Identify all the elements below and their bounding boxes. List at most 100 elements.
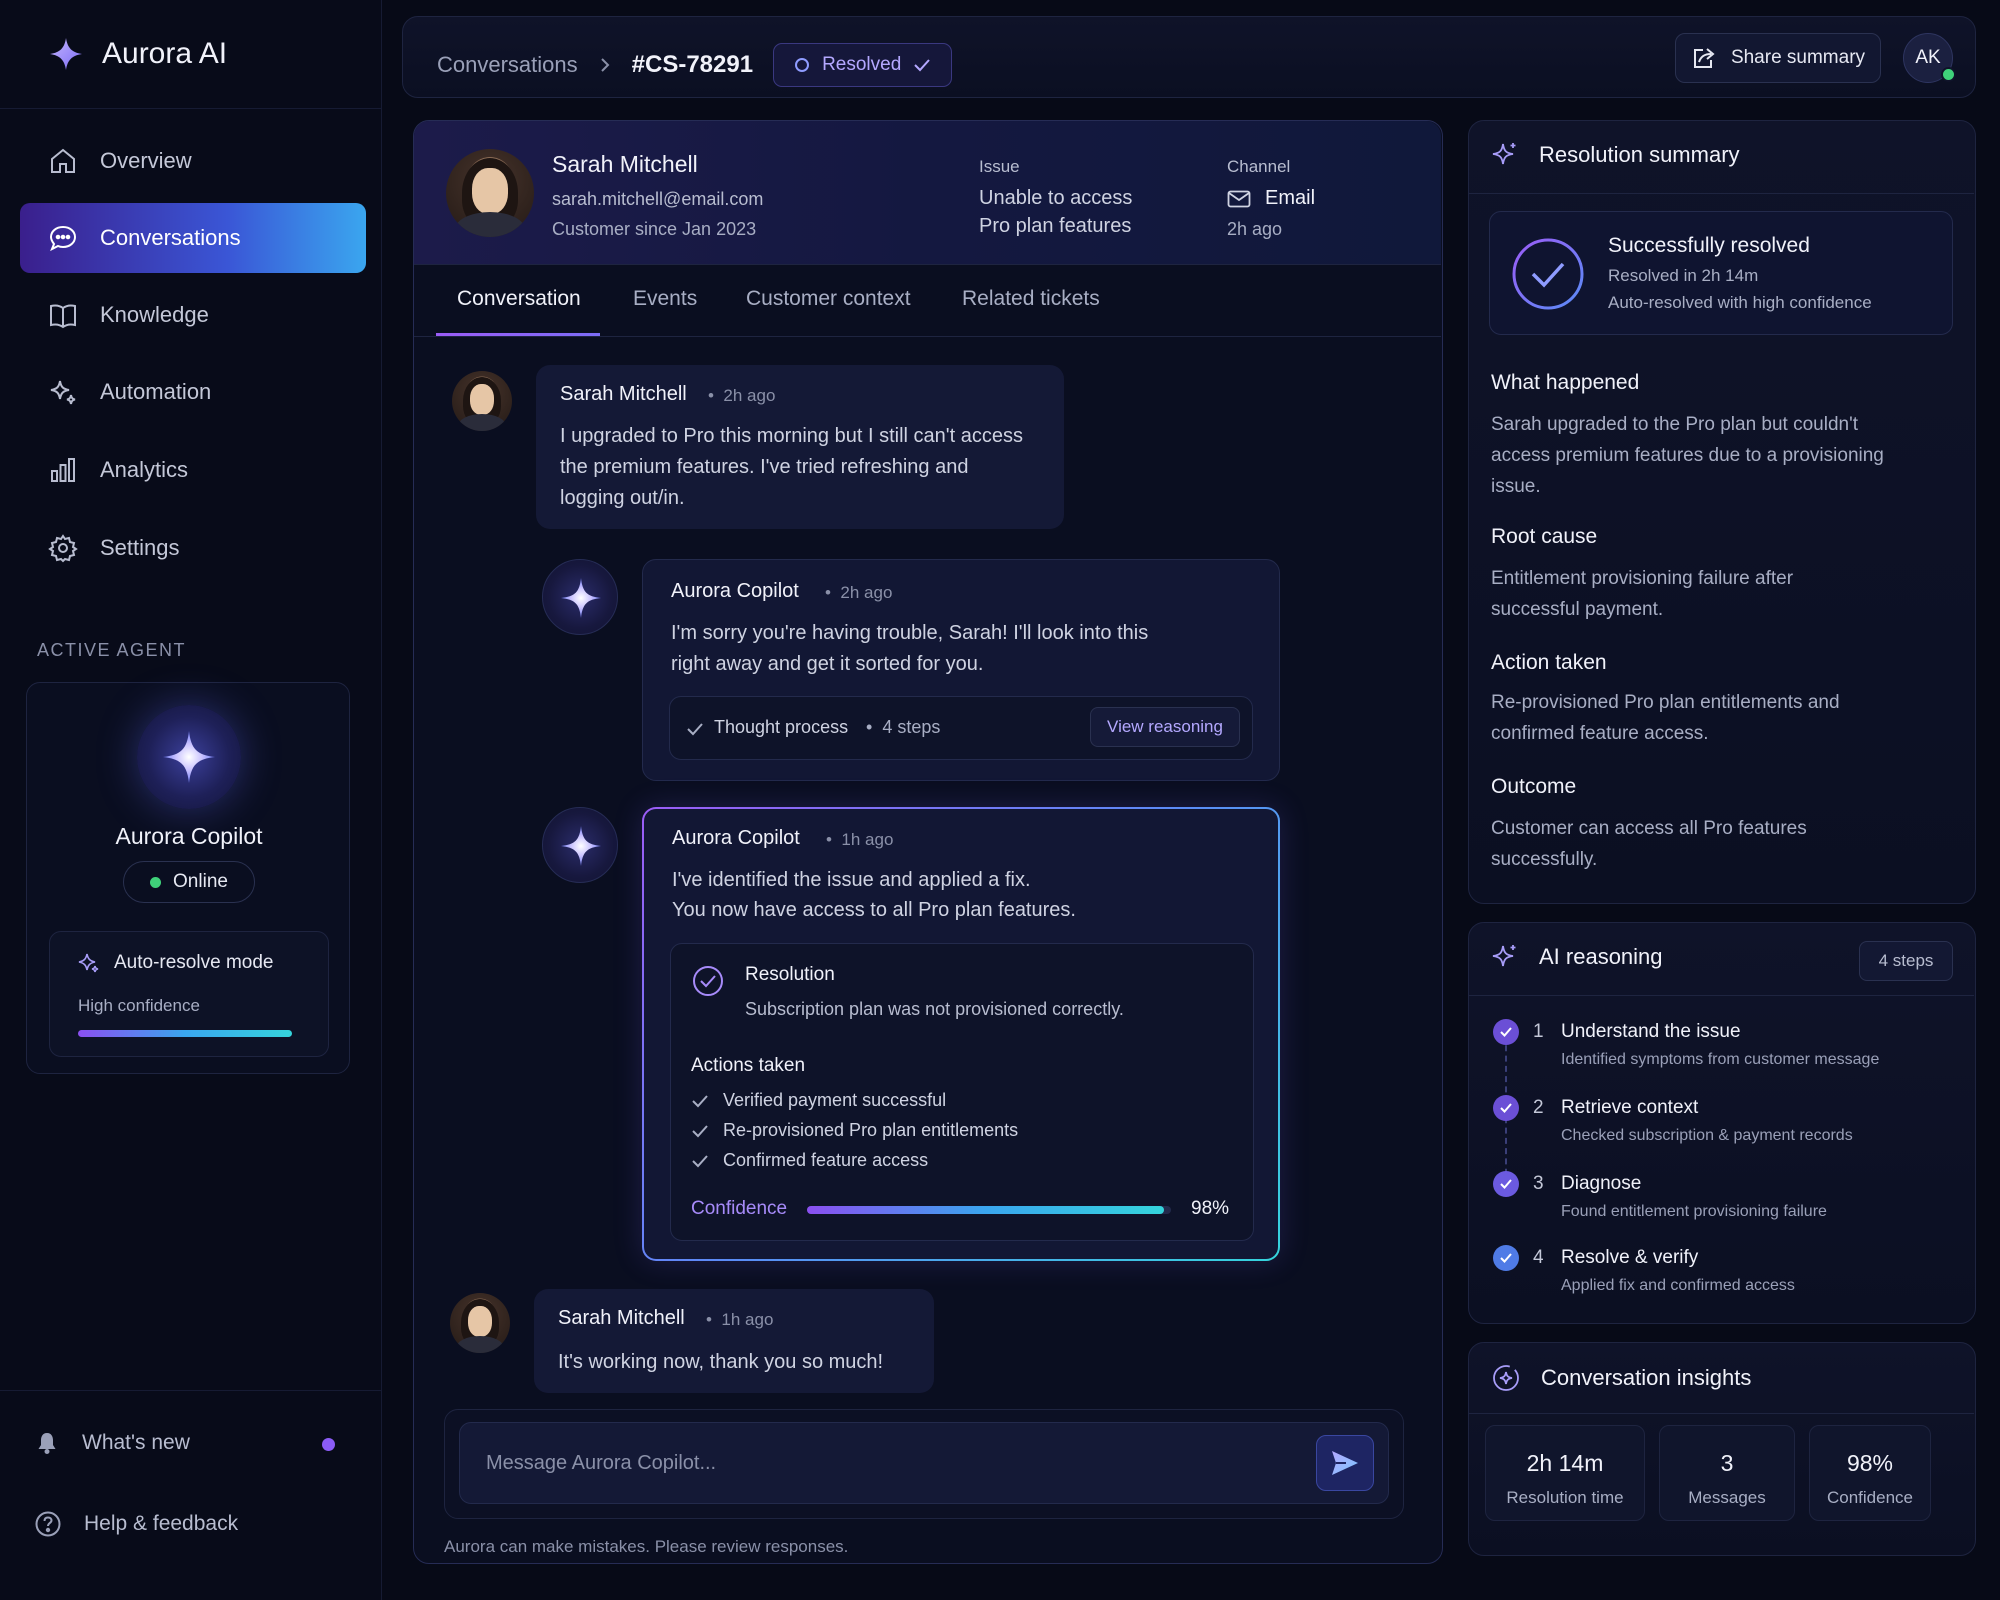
message-author: Sarah Mitchell (558, 1307, 685, 1329)
step-subtitle: Identified symptoms from customer messag… (1561, 1051, 1880, 1068)
send-button[interactable] (1316, 1435, 1374, 1491)
bell-icon (38, 1433, 56, 1454)
chat-icon (49, 225, 77, 252)
message-time: • 2h ago (708, 386, 776, 405)
message-text: I upgraded to Pro this morning but I sti… (560, 425, 1023, 509)
confidence-fill (807, 1206, 1164, 1214)
customer-avatar (446, 149, 534, 237)
online-dot (150, 876, 162, 888)
customer-header: Sarah Mitchell sarah.mitchell@email.com … (414, 121, 1441, 265)
check-icon (914, 59, 931, 72)
sidebar-item-label: Settings (100, 535, 180, 560)
stat-label: Resolution time (1506, 1488, 1624, 1507)
sparkle-icon (1492, 945, 1516, 967)
customer-email[interactable]: sarah.mitchell@email.com (552, 189, 763, 210)
sidebar-item-knowledge[interactable]: Knowledge (20, 280, 366, 350)
auto-resolve-card[interactable]: Auto-resolve mode High confidence (49, 931, 329, 1057)
customer-message: Sarah Mitchell • 2h ago I upgraded to Pr… (536, 365, 1064, 529)
message-input-box (459, 1422, 1389, 1504)
sidebar-item-settings[interactable]: Settings (20, 513, 366, 583)
message-time: • 1h ago (706, 1310, 774, 1329)
sidebar: Aurora AI Overview Conversations Knowled… (0, 0, 382, 1600)
stat-resolution-time: 2h 14m Resolution time (1485, 1425, 1645, 1521)
help-feedback-link[interactable]: Help & feedback (34, 1510, 238, 1538)
customer-message: Sarah Mitchell • 1h ago It's working now… (534, 1289, 934, 1393)
what-happened-text: Sarah upgraded to the Pro plan but could… (1491, 414, 1884, 497)
stat-messages: 3 Messages (1659, 1425, 1795, 1521)
resolved-status-card: Successfully resolved Resolved in 2h 14m… (1489, 211, 1953, 335)
message-author: Aurora Copilot (672, 827, 800, 849)
message-text: It's working now, thank you so much! (558, 1351, 884, 1373)
share-icon (1693, 48, 1715, 68)
stat-label: Confidence (1826, 1488, 1913, 1507)
message-author: Aurora Copilot (671, 580, 799, 602)
confidence-bar (78, 1030, 292, 1037)
divider (1469, 1413, 1974, 1414)
insights-title: Conversation insights (1491, 1363, 1751, 1393)
root-cause-text: Entitlement provisioning failure after su… (1491, 568, 1794, 620)
online-indicator (1941, 67, 1956, 82)
channel-label: Channel (1227, 157, 1291, 176)
issue-line-1: Unable to access (979, 187, 1133, 209)
message-input[interactable] (486, 1445, 1306, 1481)
action-item: Confirmed feature access (691, 1150, 928, 1171)
sparkle-icon (163, 731, 215, 783)
sidebar-item-overview[interactable]: Overview (20, 126, 366, 196)
sparkle-logo-icon (50, 38, 82, 70)
stat-value: 98% (1846, 1450, 1894, 1476)
breadcrumb-root[interactable]: Conversations (437, 52, 578, 78)
action-item: Re-provisioned Pro plan entitlements (691, 1120, 1018, 1141)
agent-avatar (137, 705, 241, 809)
resolved-note: Auto-resolved with high confidence (1608, 293, 1872, 312)
tab-events[interactable]: Events (633, 287, 697, 311)
status-text: Resolved (822, 54, 902, 75)
check-icon (692, 1154, 708, 1167)
whats-new-label: What's new (82, 1431, 190, 1454)
confidence-value: 98% (1191, 1198, 1230, 1219)
share-summary-label: Share summary (1730, 47, 1866, 68)
customer-avatar (452, 371, 512, 431)
tab-conversation[interactable]: Conversation (457, 287, 581, 311)
message-text: I'm sorry you're having trouble, Sarah! … (671, 622, 1149, 675)
book-icon (50, 304, 76, 329)
action-taken-title: Action taken (1491, 651, 1607, 674)
brand[interactable]: Aurora AI (48, 36, 227, 72)
copilot-avatar (542, 559, 618, 635)
share-summary-button[interactable]: Share summary (1675, 33, 1881, 83)
resolution-card: Resolution Subscription plan was not pro… (670, 943, 1254, 1241)
tab-related-tickets[interactable]: Related tickets (962, 287, 1100, 311)
status-badge[interactable]: Resolved (773, 43, 953, 87)
reasoning-title: AI reasoning (1491, 943, 1663, 971)
customer-name: Sarah Mitchell (552, 151, 698, 177)
agent-card[interactable]: Aurora Copilot Online Auto-resolve mode … (26, 682, 350, 1074)
check-circle-icon (1512, 238, 1584, 310)
step-subtitle: Applied fix and confirmed access (1561, 1277, 1795, 1294)
message-time: • 2h ago (825, 583, 893, 602)
thought-process-card[interactable]: Thought process • 4 steps View reasoning (669, 696, 1253, 760)
channel-name: Email (1265, 187, 1316, 209)
confidence-label: Confidence (691, 1198, 788, 1219)
view-reasoning-button[interactable]: View reasoning (1090, 707, 1240, 747)
sidebar-item-analytics[interactable]: Analytics (20, 435, 366, 505)
stat-label: Messages (1688, 1488, 1766, 1507)
step-number: 4 (1533, 1247, 1544, 1268)
sidebar-item-conversations[interactable]: Conversations (20, 203, 366, 273)
whats-new-link[interactable]: What's new (34, 1430, 190, 1456)
actions-title: Actions taken (691, 1055, 806, 1076)
agent-status-text: Online (173, 871, 228, 892)
tab-bar: Conversation Events Customer context Rel… (414, 265, 1441, 337)
tab-customer-context[interactable]: Customer context (746, 287, 911, 311)
disclaimer: Aurora can make mistakes. Please review … (444, 1537, 849, 1556)
sidebar-item-label: Overview (100, 148, 192, 173)
message-author: Sarah Mitchell (560, 383, 687, 405)
message-time: • 1h ago (826, 830, 894, 849)
step-title: Resolve & verify (1561, 1247, 1699, 1268)
conversation-panel: Sarah Mitchell sarah.mitchell@email.com … (413, 120, 1443, 1564)
action-item: Verified payment successful (691, 1090, 946, 1111)
step-subtitle: Found entitlement provisioning failure (1561, 1203, 1827, 1220)
step-title: Retrieve context (1561, 1097, 1699, 1118)
copilot-message: Aurora Copilot • 2h ago I'm sorry you're… (642, 559, 1280, 781)
app-name: Aurora AI (102, 37, 228, 70)
sidebar-item-automation[interactable]: Automation (20, 357, 366, 427)
resolved-time: Resolved in 2h 14m (1608, 266, 1759, 285)
